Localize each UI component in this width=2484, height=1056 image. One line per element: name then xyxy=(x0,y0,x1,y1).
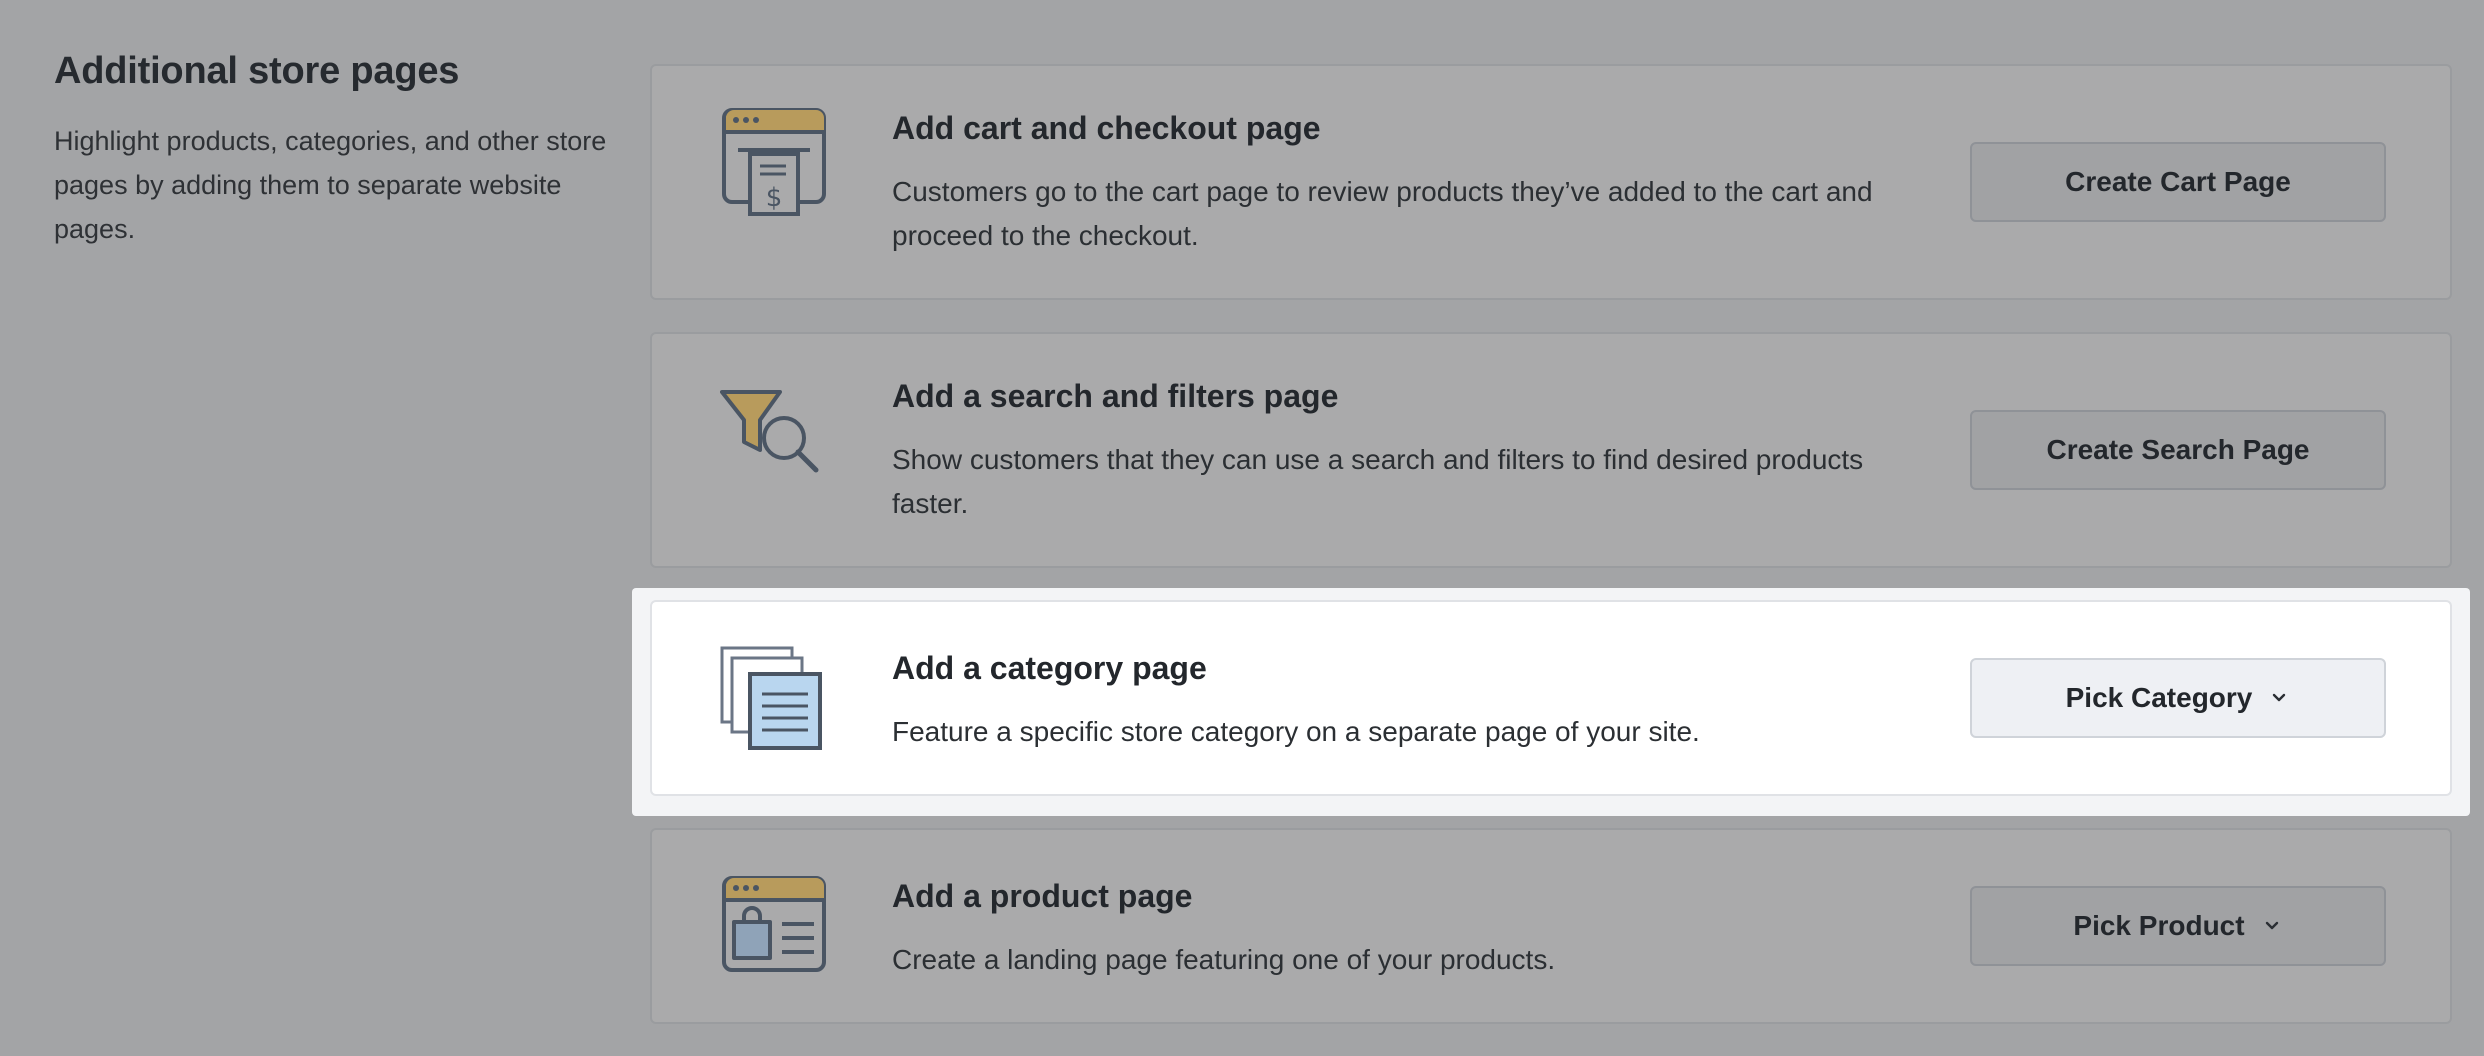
create-cart-page-button[interactable]: Create Cart Page xyxy=(1970,142,2386,222)
cart-page-card: $ Add cart and checkout page Customers g… xyxy=(650,64,2452,300)
category-page-title: Add a category page xyxy=(892,650,1207,686)
search-page-card: Add a search and filters page Show custo… xyxy=(650,332,2452,568)
product-page-description: Create a landing page featuring one of y… xyxy=(892,944,1556,975)
cart-checkout-icon: $ xyxy=(720,106,830,216)
section-description: Highlight products, categories, and othe… xyxy=(54,126,607,244)
cart-page-title: Add cart and checkout page xyxy=(892,110,1321,146)
section-title: Additional store pages xyxy=(54,50,460,92)
pick-product-label: Pick Product xyxy=(2073,910,2245,941)
category-page-card: Add a category page Feature a specific s… xyxy=(650,600,2452,796)
product-page-title: Add a product page xyxy=(892,878,1193,914)
chevron-down-icon xyxy=(2265,921,2278,930)
intro-section: Additional store pages Highlight product… xyxy=(54,50,614,251)
pick-category-button[interactable]: Pick Category xyxy=(1970,658,2386,738)
pick-category-label: Pick Category xyxy=(2065,682,2253,713)
create-search-page-label: Create Search Page xyxy=(2046,434,2310,465)
product-page-icon xyxy=(720,874,830,984)
search-page-description: Show customers that they can use a searc… xyxy=(892,444,1864,519)
search-page-title: Add a search and filters page xyxy=(892,378,1339,414)
create-search-page-button[interactable]: Create Search Page xyxy=(1970,410,2386,490)
product-page-card: Add a product page Create a landing page… xyxy=(650,828,2452,1024)
chevron-down-icon xyxy=(2273,693,2286,702)
category-pages-icon xyxy=(720,646,830,756)
search-filter-icon xyxy=(720,386,830,496)
create-cart-page-label: Create Cart Page xyxy=(2065,166,2291,197)
category-page-description: Feature a specific store category on a s… xyxy=(892,716,1700,747)
pick-product-button[interactable]: Pick Product xyxy=(1970,886,2386,966)
svg-text:$: $ xyxy=(766,183,783,213)
cart-page-description: Customers go to the cart page to review … xyxy=(892,176,1873,251)
